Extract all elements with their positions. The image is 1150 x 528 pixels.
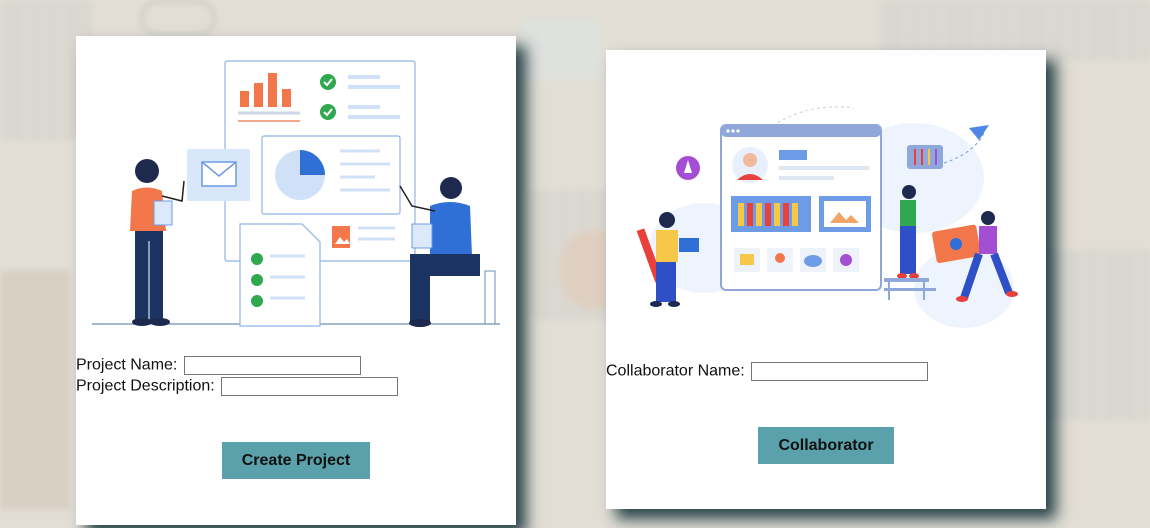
- collaborator-name-row: Collaborator Name:: [606, 362, 929, 381]
- project-team-illustration: [92, 60, 500, 327]
- project-name-input[interactable]: [183, 356, 361, 375]
- project-name-label: Project Name:: [76, 356, 178, 374]
- project-name-row: Project Name:: [76, 356, 361, 375]
- collaborator-button[interactable]: Collaborator: [758, 427, 894, 464]
- project-description-row: Project Description:: [76, 377, 399, 396]
- collaborator-name-label: Collaborator Name:: [606, 362, 745, 380]
- collaborator-card: Collaborator Name: Collaborator: [606, 50, 1046, 509]
- project-description-input[interactable]: [221, 377, 399, 396]
- create-project-button[interactable]: Create Project: [222, 442, 370, 479]
- collaboration-illustration: [636, 106, 1018, 328]
- create-project-card: Project Name: Project Description: Creat…: [76, 36, 516, 525]
- collaborator-name-input[interactable]: [751, 362, 929, 381]
- project-description-label: Project Description:: [76, 377, 215, 395]
